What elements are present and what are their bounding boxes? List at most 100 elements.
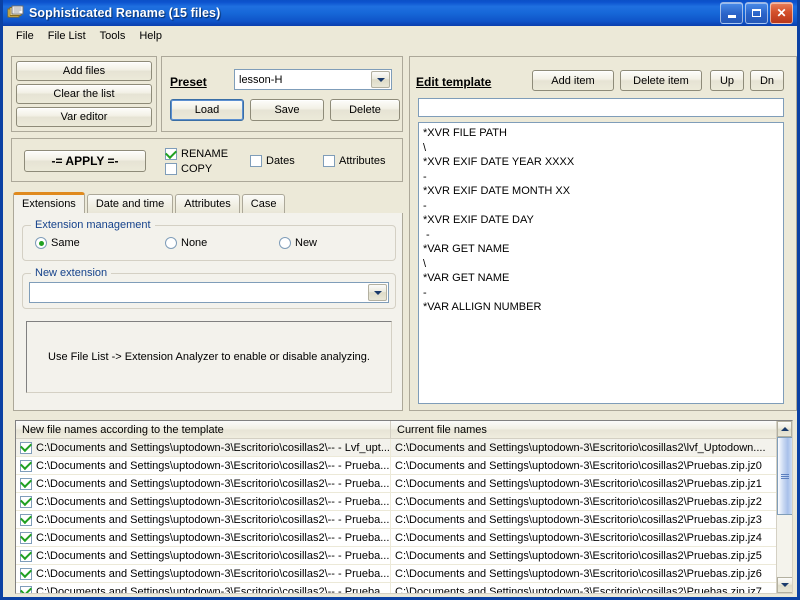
template-item-input[interactable] [418, 98, 784, 117]
template-item[interactable]: \ [423, 257, 783, 272]
template-item[interactable]: *XVR EXIF DATE YEAR XXXX [423, 155, 783, 170]
var-editor-button[interactable]: Var editor [16, 107, 152, 127]
template-item[interactable]: - [423, 228, 783, 243]
extension-analyzer-info-text: Use File List -> Extension Analyzer to e… [48, 351, 370, 363]
current-name-text: C:\Documents and Settings\uptodown-3\Esc… [395, 460, 762, 472]
tab-case[interactable]: Case [242, 194, 286, 213]
row-checkbox[interactable] [20, 478, 32, 490]
new-name-cell: C:\Documents and Settings\uptodown-3\Esc… [16, 565, 391, 582]
row-checkbox[interactable] [20, 442, 32, 454]
edit-template-label: Edit template [416, 75, 491, 89]
tab-date-and-time[interactable]: Date and time [87, 194, 173, 213]
preset-load-button[interactable]: Load [170, 99, 244, 121]
current-name-text: C:\Documents and Settings\uptodown-3\Esc… [395, 514, 762, 526]
table-row[interactable]: C:\Documents and Settings\uptodown-3\Esc… [16, 529, 792, 547]
edit-template-panel: Edit template Add item Delete item Up Dn… [409, 56, 797, 411]
radio-same[interactable]: Same [35, 237, 80, 249]
tab-case-label: Case [251, 198, 277, 210]
column-header-current-file-names[interactable]: Current file names [391, 421, 776, 438]
template-item[interactable]: - [423, 286, 783, 301]
radio-icon [279, 237, 291, 249]
menu-item-file-list[interactable]: File List [41, 28, 93, 44]
table-row[interactable]: C:\Documents and Settings\uptodown-3\Esc… [16, 547, 792, 565]
template-items-list[interactable]: *XVR FILE PATH \ *XVR EXIF DATE YEAR XXX… [418, 122, 784, 404]
maximize-button[interactable] [745, 2, 768, 24]
extension-management-title: Extension management [31, 219, 155, 231]
preset-delete-button[interactable]: Delete [330, 99, 400, 121]
copy-checkbox[interactable]: COPY [165, 163, 212, 175]
row-checkbox[interactable] [20, 586, 32, 595]
apply-panel: -= APPLY =- RENAME COPY Dates Attributes [11, 138, 403, 182]
scroll-up-button[interactable] [777, 421, 792, 437]
attributes-checkbox[interactable]: Attributes [323, 155, 385, 167]
template-item[interactable]: *XVR EXIF DATE MONTH XX [423, 184, 783, 199]
menu-item-help[interactable]: Help [132, 28, 169, 44]
template-item[interactable]: \ [423, 141, 783, 156]
template-item[interactable]: *VAR ALLIGN NUMBER [423, 300, 783, 315]
table-row[interactable]: C:\Documents and Settings\uptodown-3\Esc… [16, 583, 792, 594]
radio-new-label: New [295, 237, 317, 249]
tab-strip: Extensions Date and time Attributes Case [13, 192, 403, 213]
menu-item-tools[interactable]: Tools [93, 28, 133, 44]
menu-bar: File File List Tools Help [3, 26, 797, 46]
row-checkbox[interactable] [20, 568, 32, 580]
app-window: Sophisticated Rename (15 files) ✕ File F… [0, 0, 800, 600]
move-down-button[interactable]: Dn [750, 70, 784, 91]
row-checkbox[interactable] [20, 460, 32, 472]
new-name-cell: C:\Documents and Settings\uptodown-3\Esc… [16, 439, 391, 456]
table-row[interactable]: C:\Documents and Settings\uptodown-3\Esc… [16, 475, 792, 493]
template-item[interactable]: - [423, 170, 783, 185]
close-button[interactable]: ✕ [770, 2, 793, 24]
column-header-new-file-names[interactable]: New file names according to the template [16, 421, 391, 438]
new-name-cell: C:\Documents and Settings\uptodown-3\Esc… [16, 529, 391, 546]
delete-item-button[interactable]: Delete item [620, 70, 702, 91]
new-extension-combobox[interactable] [29, 282, 389, 303]
add-files-button[interactable]: Add files [16, 61, 152, 81]
new-name-text: C:\Documents and Settings\uptodown-3\Esc… [36, 586, 389, 595]
radio-none[interactable]: None [165, 237, 207, 249]
row-checkbox[interactable] [20, 496, 32, 508]
tab-extensions[interactable]: Extensions [13, 192, 85, 213]
table-row[interactable]: C:\Documents and Settings\uptodown-3\Esc… [16, 565, 792, 583]
stacked-files-icon [7, 5, 24, 21]
row-checkbox[interactable] [20, 514, 32, 526]
current-name-text: C:\Documents and Settings\uptodown-3\Esc… [395, 496, 762, 508]
maximize-icon [752, 9, 761, 17]
chevron-down-icon [781, 583, 789, 587]
preset-save-button[interactable]: Save [250, 99, 324, 121]
rename-checkbox[interactable]: RENAME [165, 148, 228, 160]
minimize-button[interactable] [720, 2, 743, 24]
tab-attributes[interactable]: Attributes [175, 194, 239, 213]
table-row[interactable]: C:\Documents and Settings\uptodown-3\Esc… [16, 439, 792, 457]
template-item[interactable]: *VAR GET NAME [423, 271, 783, 286]
new-name-text: C:\Documents and Settings\uptodown-3\Esc… [36, 442, 390, 454]
template-item[interactable]: *XVR EXIF DATE DAY [423, 213, 783, 228]
left-actions-panel: Add files Clear the list Var editor [11, 56, 157, 132]
table-row[interactable]: C:\Documents and Settings\uptodown-3\Esc… [16, 493, 792, 511]
file-list-scrollbar[interactable] [776, 421, 792, 593]
menu-item-file[interactable]: File [9, 28, 41, 44]
table-row[interactable]: C:\Documents and Settings\uptodown-3\Esc… [16, 457, 792, 475]
apply-button[interactable]: -= APPLY =- [24, 150, 146, 172]
new-name-cell: C:\Documents and Settings\uptodown-3\Esc… [16, 583, 391, 594]
move-up-button[interactable]: Up [710, 70, 744, 91]
radio-new[interactable]: New [279, 237, 317, 249]
new-extension-dropdown-arrow[interactable] [368, 284, 387, 301]
dates-checkbox[interactable]: Dates [250, 155, 295, 167]
row-checkbox[interactable] [20, 550, 32, 562]
row-checkbox[interactable] [20, 532, 32, 544]
clear-the-list-button[interactable]: Clear the list [16, 84, 152, 104]
template-item[interactable]: *VAR GET NAME [423, 242, 783, 257]
new-name-text: C:\Documents and Settings\uptodown-3\Esc… [36, 532, 389, 544]
extension-analyzer-info-box: Use File List -> Extension Analyzer to e… [26, 321, 392, 393]
add-item-button[interactable]: Add item [532, 70, 614, 91]
template-item[interactable]: *XVR FILE PATH [423, 126, 783, 141]
preset-combobox[interactable]: lesson-H [234, 69, 392, 90]
extension-management-group: Extension management Same None New [22, 225, 396, 261]
scroll-down-button[interactable] [777, 577, 793, 593]
table-row[interactable]: C:\Documents and Settings\uptodown-3\Esc… [16, 511, 792, 529]
template-item[interactable]: - [423, 199, 783, 214]
scrollbar-thumb[interactable] [777, 437, 793, 515]
preset-dropdown-arrow[interactable] [371, 71, 390, 88]
current-name-cell: C:\Documents and Settings\uptodown-3\Esc… [391, 529, 776, 546]
